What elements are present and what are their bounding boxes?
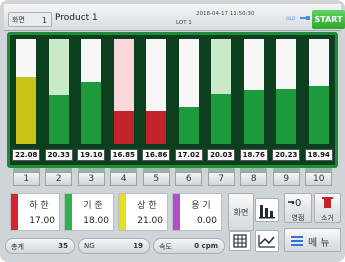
hamburger-icon — [291, 236, 303, 246]
target-button[interactable]: 기 준 18.00 — [64, 193, 114, 231]
screen-selector[interactable]: 화면 1 — [8, 12, 52, 27]
channel-button-7[interactable]: 7 — [207, 172, 235, 186]
upper-limit-value: 21.00 — [137, 216, 163, 226]
screen-button[interactable]: 화면 — [228, 193, 254, 231]
start-button[interactable]: START — [312, 10, 345, 29]
weight-bar-fill — [146, 111, 167, 144]
channel-button-1[interactable]: 1 — [12, 172, 40, 186]
cancel-button-label: 소거 — [321, 214, 334, 222]
weight-bar-7 — [211, 39, 232, 144]
weight-value-7: 20.03 — [207, 149, 236, 161]
target-value: 18.00 — [83, 216, 109, 226]
datetime: 2018-04-17 11:50:30 — [196, 11, 255, 17]
trend-view-button[interactable] — [255, 230, 279, 252]
channel-button-10[interactable]: 10 — [305, 172, 333, 186]
weight-value-1: 22.08 — [12, 149, 41, 161]
screen-button-label: 화면 — [233, 208, 249, 217]
header-bar: 화면 1 Product 1 2018-04-17 11:50:30 LOT 1… — [4, 4, 345, 31]
device-frame: 화면 1 Product 1 2018-04-17 11:50:30 LOT 1… — [0, 0, 345, 262]
weight-bar-fill — [211, 93, 232, 144]
total-count-label: 총계 — [11, 243, 24, 251]
lower-limit-label: 하 한 — [29, 201, 49, 211]
weight-value-8: 18.76 — [239, 149, 268, 161]
weight-value-3: 19.10 — [77, 149, 106, 161]
zero-button[interactable]: • 0 영점 — [284, 193, 312, 223]
upper-limit-color-stripe — [119, 194, 126, 230]
weight-bar-fill — [81, 82, 102, 144]
weight-value-4: 16.85 — [109, 149, 138, 161]
weight-bar-fill — [243, 90, 264, 144]
ng-count-value: 19 — [133, 242, 143, 250]
weight-bar-10 — [308, 39, 329, 144]
channel-button-9[interactable]: 9 — [272, 172, 300, 186]
channel-button-2[interactable]: 2 — [45, 172, 73, 186]
channel-button-3[interactable]: 3 — [77, 172, 105, 186]
weight-bar-2 — [48, 39, 69, 144]
weight-bar-9 — [276, 39, 297, 144]
weight-bar-fill — [48, 94, 69, 144]
weight-bar-4 — [113, 39, 134, 144]
grid-icon — [233, 234, 247, 248]
upper-limit-button[interactable]: 상 한 21.00 — [118, 193, 168, 231]
svg-text:0: 0 — [295, 198, 301, 209]
tare-color-stripe — [173, 194, 180, 230]
weight-bar-fill — [178, 107, 199, 144]
status-indicator: OLD — [286, 17, 296, 22]
target-label: 기 준 — [83, 201, 103, 211]
channel-button-5[interactable]: 5 — [142, 172, 170, 186]
speed-label: 속도 — [159, 243, 172, 251]
target-color-stripe — [65, 194, 72, 230]
bar-view-button[interactable] — [255, 198, 279, 222]
weight-bar-fill — [113, 111, 134, 144]
channel-button-6[interactable]: 6 — [175, 172, 203, 186]
screen-selector-label: 화면 — [12, 16, 25, 24]
channel-button-4[interactable]: 4 — [110, 172, 138, 186]
lower-limit-color-stripe — [11, 194, 18, 230]
lot-label: LOT 1 — [176, 20, 192, 26]
cancel-button[interactable]: 소거 — [314, 193, 341, 223]
weight-chart: 22.08 20.33 19.10 16.85 16.86 17.02 20.03 18.76… — [10, 35, 335, 165]
screen-selector-number: 1 — [41, 16, 47, 25]
weight-value-6: 17.02 — [174, 149, 203, 161]
zero-icon: • 0 — [288, 198, 301, 209]
trash-icon — [322, 197, 333, 208]
menu-button-label: 메 뉴 — [308, 238, 330, 249]
menu-button[interactable]: 메 뉴 — [284, 228, 341, 252]
product-name[interactable]: Product 1 — [55, 13, 98, 23]
weight-bar-5 — [146, 39, 167, 144]
weight-bar-fill — [16, 76, 37, 144]
channel-button-8[interactable]: 8 — [240, 172, 268, 186]
weight-bar-8 — [243, 39, 264, 144]
weight-bar-3 — [81, 39, 102, 144]
zero-button-label: 영점 — [291, 214, 305, 222]
weight-bar-1 — [16, 39, 37, 144]
tare-button[interactable]: 용 기 0.00 — [172, 193, 222, 231]
total-count-value: 35 — [58, 242, 68, 250]
table-view-button[interactable] — [229, 231, 251, 251]
weight-bar-fill — [308, 86, 329, 144]
lower-limit-value: 17.00 — [29, 216, 55, 226]
speed-value: 0 cpm — [194, 242, 218, 250]
upper-limit-label: 상 한 — [137, 201, 157, 211]
usb-icon — [300, 16, 310, 20]
weight-value-2: 20.33 — [44, 149, 73, 161]
weight-bar-fill — [276, 89, 297, 144]
weight-value-10: 18.94 — [304, 149, 333, 161]
weight-value-5: 16.86 — [142, 149, 171, 161]
speed: 속도 0 cpm — [153, 238, 225, 254]
ng-count-label: NG — [84, 242, 95, 250]
tare-value: 0.00 — [196, 216, 217, 226]
weight-value-9: 20.23 — [272, 149, 301, 161]
bar-chart-icon — [259, 205, 275, 219]
weight-chart-panel: 22.08 20.33 19.10 16.85 16.86 17.02 20.03 18.76… — [7, 32, 338, 168]
line-chart-icon — [258, 235, 275, 248]
ng-count: NG 19 — [78, 238, 150, 254]
weight-bar-6 — [178, 39, 199, 144]
total-count: 총계 35 — [5, 238, 75, 254]
tare-label: 용 기 — [191, 201, 211, 211]
lower-limit-button[interactable]: 하 한 17.00 — [10, 193, 60, 231]
